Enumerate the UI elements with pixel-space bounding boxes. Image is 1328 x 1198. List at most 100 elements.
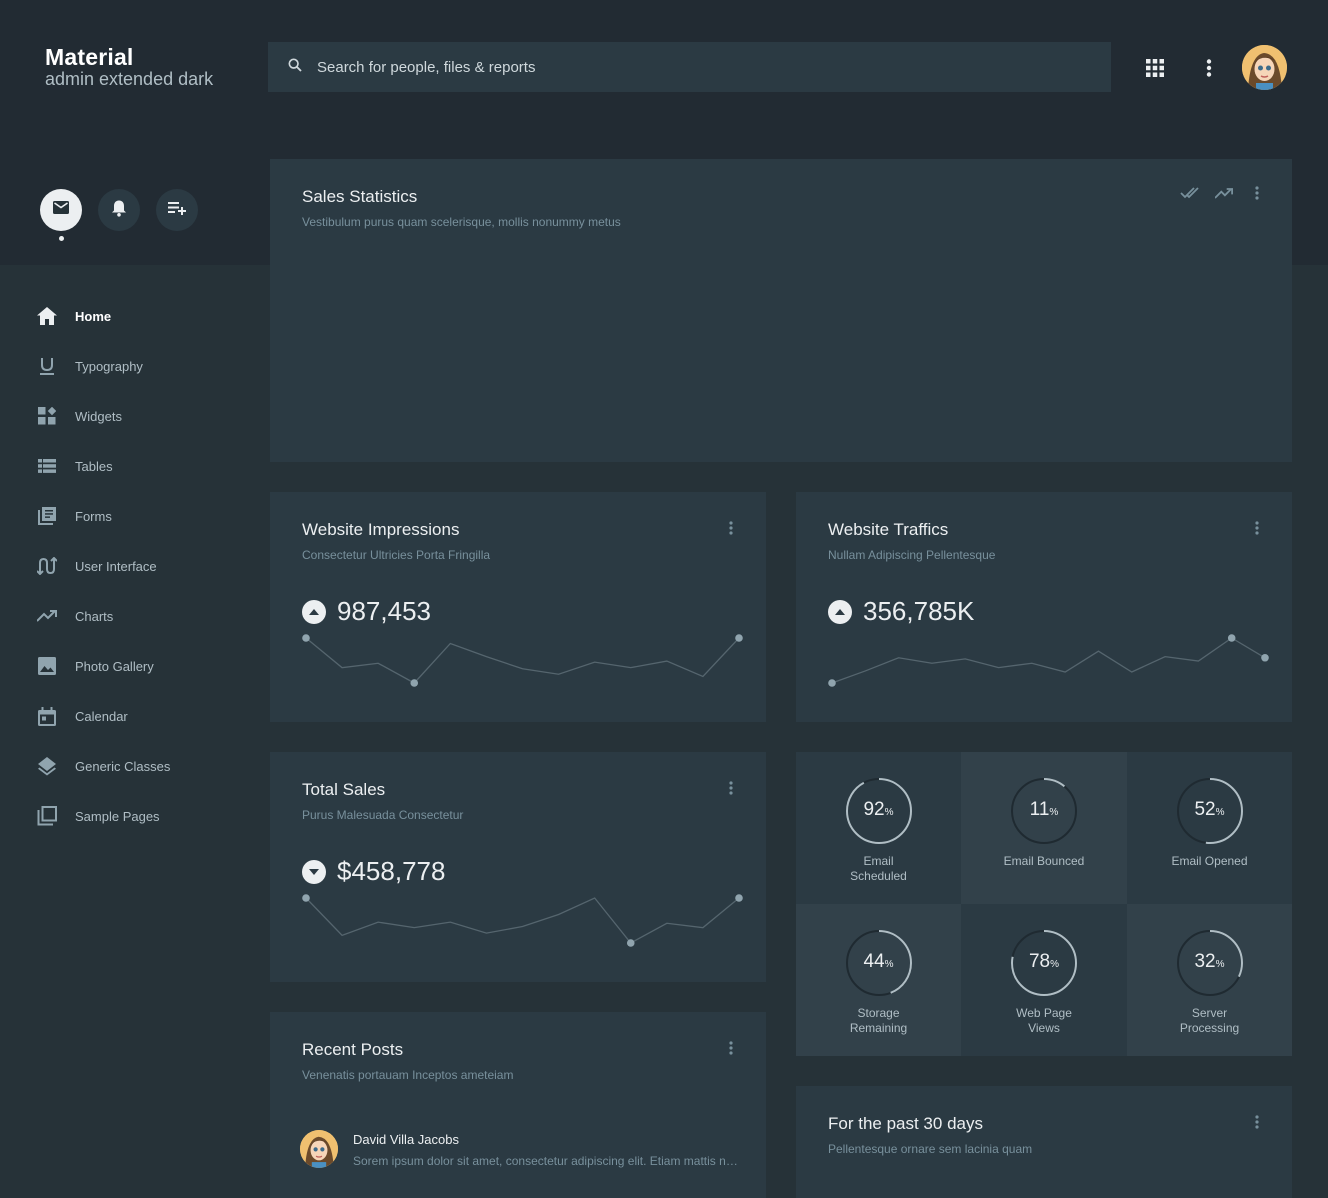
past-30-days-card: For the past 30 days Pellentesque ornare… (796, 1086, 1292, 1198)
brand-subtitle: admin extended dark (45, 69, 214, 89)
sidebar-item-sample-pages[interactable]: Sample Pages (0, 791, 250, 841)
spark-line (305, 897, 740, 944)
sidebar-item-label: Widgets (75, 408, 122, 424)
post-author: David Villa Jacobs (353, 1132, 459, 1147)
card-subtitle: Nullam Adipiscing Pellentesque (828, 548, 996, 562)
spark-point (1227, 634, 1236, 642)
stat-value: 92% (863, 799, 894, 820)
stat-label: Email Scheduled (850, 854, 907, 883)
sidebar-item-label: Generic Classes (75, 758, 171, 774)
list-icon (37, 456, 57, 476)
search-icon (287, 57, 303, 78)
mail-button[interactable] (40, 189, 82, 231)
website-impressions-card: Website Impressions Consectetur Ultricie… (270, 492, 766, 722)
card-title: For the past 30 days (828, 1114, 983, 1133)
more-vertical-icon[interactable] (721, 1038, 741, 1058)
stats-grid: 92% Email Scheduled 11% Email Bounced 52… (796, 752, 1292, 1056)
sidebar-item-label: Typography (75, 358, 143, 374)
stat-value: 44% (863, 951, 894, 972)
metric-value: 356,785K (863, 596, 975, 626)
total-sales-sparkline (302, 894, 743, 947)
spark-line (831, 637, 1266, 684)
library-books-icon (37, 506, 57, 526)
sidebar-item-label: User Interface (75, 558, 157, 574)
bell-icon (111, 199, 127, 222)
post-excerpt: Sorem ipsum dolor sit amet, consectetur … (353, 1154, 738, 1168)
metric-value: $458,778 (337, 856, 446, 886)
stat-tile: 52% Email Opened (1127, 752, 1292, 904)
sidebar-item-home[interactable]: Home (0, 291, 250, 341)
search-input[interactable] (317, 58, 1077, 76)
done-all-icon[interactable] (1180, 183, 1200, 203)
sidebar-item-label: Tables (75, 458, 113, 474)
more-vertical-icon[interactable] (1247, 518, 1267, 538)
sidebar-item-label: Charts (75, 608, 114, 624)
card-subtitle: Venenatis portauam Inceptos ameteiam (302, 1068, 514, 1082)
more-vertical-icon[interactable] (1197, 56, 1221, 80)
apps-grid-icon[interactable] (1143, 56, 1167, 80)
playlist-add-icon (168, 201, 186, 220)
sidebar-item-forms[interactable]: Forms (0, 491, 250, 541)
user-avatar[interactable] (1242, 45, 1287, 90)
arrow-up-icon (302, 599, 326, 624)
more-vertical-icon[interactable] (721, 778, 741, 798)
sidebar-item-typography[interactable]: Typography (0, 341, 250, 391)
impressions-sparkline (302, 634, 743, 687)
card-subtitle: Purus Malesuada Consectetur (302, 808, 464, 822)
spark-point (735, 634, 743, 642)
brand-name: Material (45, 44, 134, 70)
sidebar-item-widgets[interactable]: Widgets (0, 391, 250, 441)
list-item[interactable]: David Villa Jacobs Sorem ipsum dolor sit… (300, 1130, 740, 1168)
sidebar-item-label: Calendar (75, 708, 128, 724)
sales-statistics-card: Sales Statistics Vestibulum purus quam s… (270, 159, 1292, 462)
arrow-up-icon (828, 599, 852, 624)
website-traffics-card: Website Traffics Nullam Adipiscing Pelle… (796, 492, 1292, 722)
avatar (300, 1130, 338, 1168)
notifications-button[interactable] (98, 189, 140, 231)
card-subtitle: Consectetur Ultricies Porta Fringilla (302, 548, 491, 562)
search-bar[interactable] (268, 42, 1111, 92)
spark-line (305, 637, 740, 684)
widgets-icon (37, 406, 57, 426)
metric-value: 987,453 (337, 596, 431, 626)
sidebar-nav: Home Typography Widgets Tables Forms Use… (0, 291, 250, 841)
brand[interactable]: Material admin extended dark (45, 44, 213, 90)
sidebar-item-generic-classes[interactable]: Generic Classes (0, 741, 250, 791)
image-icon (37, 656, 57, 676)
add-list-button[interactable] (156, 189, 198, 231)
sidebar-item-charts[interactable]: Charts (0, 591, 250, 641)
sidebar-item-label: Photo Gallery (75, 658, 154, 674)
more-vertical-icon[interactable] (1247, 1112, 1267, 1132)
card-title: Website Traffics (828, 520, 949, 539)
active-indicator (59, 236, 64, 241)
stat-value: 78% (1028, 951, 1060, 972)
spark-point (302, 634, 310, 642)
sidebar-item-label: Forms (75, 508, 112, 524)
metric: 356,785K (828, 596, 974, 627)
spark-point (626, 939, 635, 947)
stat-tile: 32% Server Processing (1127, 904, 1292, 1056)
spark-point (1261, 653, 1269, 662)
pages-icon (37, 806, 57, 826)
stat-value: 11% (1029, 799, 1059, 820)
stat-value: 32% (1194, 951, 1225, 972)
arrow-down-icon (302, 859, 326, 884)
stat-tile: 11% Email Bounced (961, 752, 1127, 904)
spark-point (828, 679, 836, 687)
sidebar-item-user-interface[interactable]: User Interface (0, 541, 250, 591)
sidebar-item-photo-gallery[interactable]: Photo Gallery (0, 641, 250, 691)
interface-icon (37, 556, 57, 576)
stat-tile: 44% Storage Remaining (796, 904, 961, 1056)
spark-point (302, 894, 310, 902)
more-vertical-icon[interactable] (721, 518, 741, 538)
spark-point (410, 679, 419, 687)
calendar-icon (37, 706, 57, 726)
trending-up-icon[interactable] (1214, 183, 1234, 203)
sidebar-item-tables[interactable]: Tables (0, 441, 250, 491)
trending-up-icon (37, 606, 57, 626)
underline-icon (37, 356, 57, 376)
sidebar-item-calendar[interactable]: Calendar (0, 691, 250, 741)
total-sales-card: Total Sales Purus Malesuada Consectetur … (270, 752, 766, 982)
spark-point (735, 894, 743, 902)
more-vertical-icon[interactable] (1247, 183, 1267, 203)
